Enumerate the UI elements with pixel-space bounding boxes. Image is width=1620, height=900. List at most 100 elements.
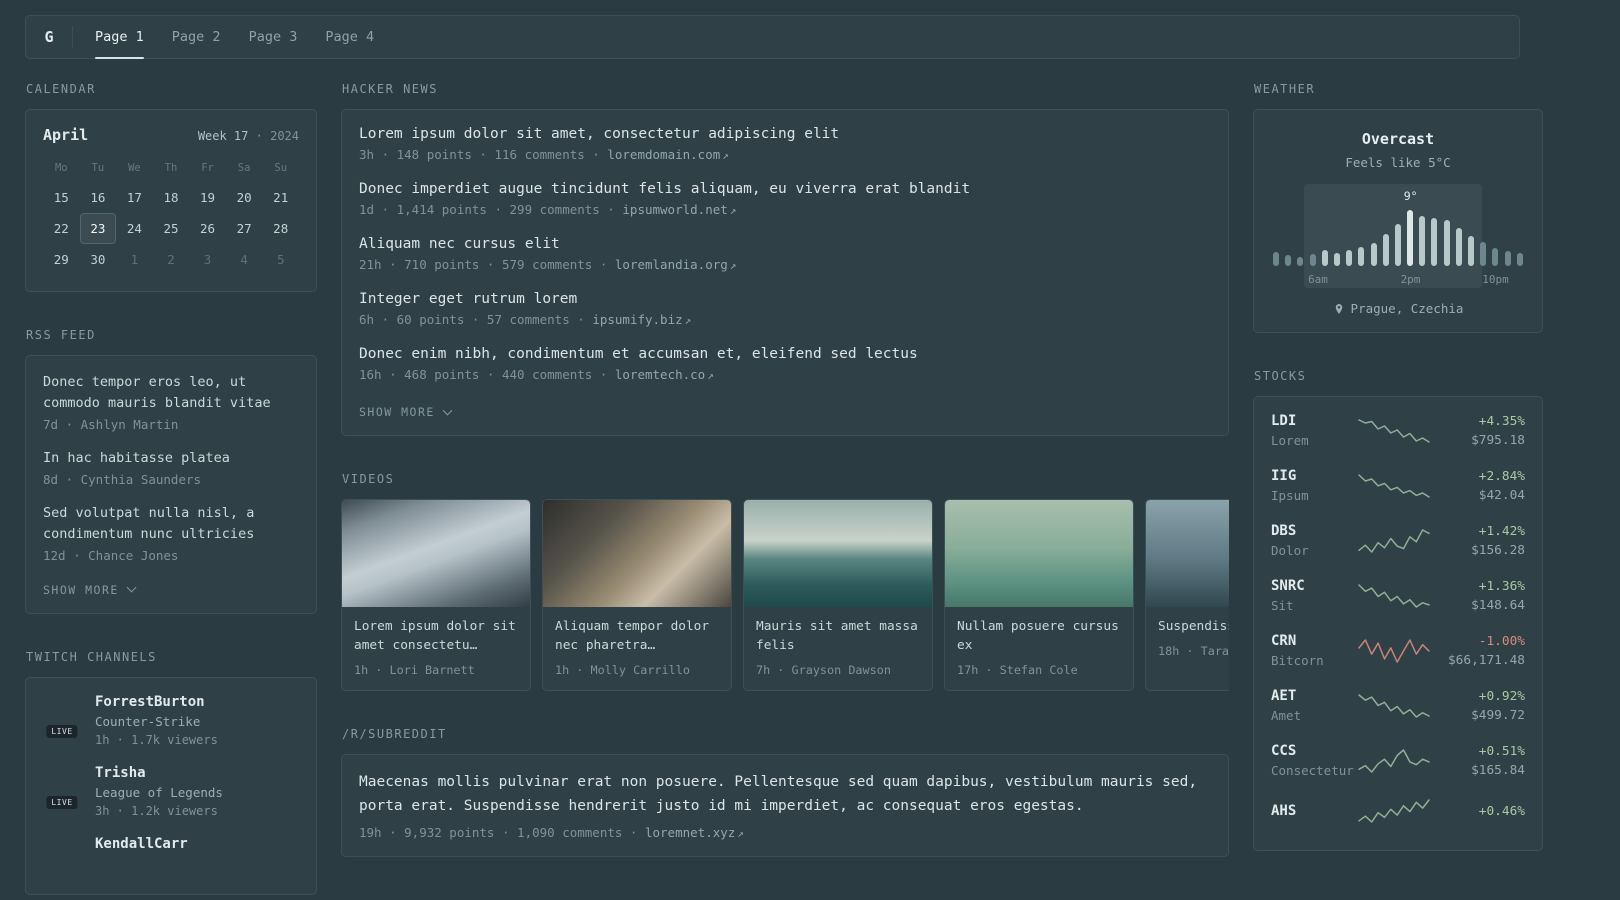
hacker-news-item-domain-link[interactable]: loremdomain.com ↗ xyxy=(607,147,729,162)
calendar-day: 15 xyxy=(53,190,69,205)
video-card[interactable]: Lorem ipsum dolor sit amet consectetu… 1… xyxy=(341,499,531,692)
stock-values: -1.00% $66,171.48 xyxy=(1448,634,1525,668)
hacker-news-show-more-button[interactable]: SHOW MORE xyxy=(359,401,453,419)
stock-price: $156.28 xyxy=(1471,542,1525,558)
stock-row[interactable]: CCS Consectetur +0.51% $165.84 xyxy=(1271,743,1525,778)
right-column: WEATHER Overcast Feels like 5°C 9° 6am 2p… xyxy=(1253,82,1543,887)
calendar-day: 28 xyxy=(273,221,289,236)
video-title[interactable]: Mauris sit amet massa felis xyxy=(756,617,920,655)
stock-identity: LDI Lorem xyxy=(1271,413,1357,448)
weather-hour-bar xyxy=(1321,250,1328,266)
weather-hour-bar xyxy=(1419,216,1426,266)
hacker-news-item-stats: 6h · 60 points · 57 comments · xyxy=(359,312,585,327)
page-tab[interactable]: Page 2 xyxy=(158,16,235,58)
stocks-card: LDI Lorem +4.35% $795.18 IIG Ipsum +2.84… xyxy=(1253,396,1543,851)
video-title[interactable]: Nullam posuere cursus ex xyxy=(957,617,1121,655)
stock-price: $795.18 xyxy=(1471,432,1525,448)
reddit-post-domain-link[interactable]: loremnet.xyz ↗ xyxy=(645,825,744,840)
twitch-card: LIVE ForrestBurton Counter-Strike 1h · 1… xyxy=(25,676,317,895)
stock-name: Ipsum xyxy=(1271,488,1309,503)
dashboard-page: G Page 1 Page 2 Page 3 Page 4 CALENDAR A… xyxy=(0,0,1543,900)
stock-change: -1.00% xyxy=(1478,633,1525,649)
page-tab[interactable]: Page 4 xyxy=(311,16,388,58)
video-card[interactable]: Aliquam tempor dolor nec pharetra… 1h · … xyxy=(542,499,732,692)
video-card[interactable]: Mauris sit amet massa felis 7h · Grayson… xyxy=(743,499,933,692)
video-thumbnail[interactable] xyxy=(543,500,731,607)
video-title[interactable]: Suspendisse diam xyxy=(1158,617,1229,636)
app-logo: G xyxy=(44,28,54,46)
video-card[interactable]: Nullam posuere cursus ex 17h · Stefan Co… xyxy=(944,499,1134,692)
stock-row[interactable]: SNRC Sit +1.36% $148.64 xyxy=(1271,578,1525,613)
hacker-news-item-domain-link[interactable]: ipsumify.biz ↗ xyxy=(592,312,691,327)
stock-values: +2.84% $42.04 xyxy=(1479,469,1525,503)
video-title[interactable]: Lorem ipsum dolor sit amet consectetu… xyxy=(354,617,518,655)
videos-row[interactable]: Lorem ipsum dolor sit amet consectetu… 1… xyxy=(341,499,1229,692)
video-thumbnail[interactable] xyxy=(1146,500,1229,607)
weather-section-title: WEATHER xyxy=(1254,82,1316,96)
external-link-icon: ↗ xyxy=(729,204,737,217)
hacker-news-item-title[interactable]: Donec enim nibh, condimentum et accumsan… xyxy=(359,346,1211,362)
rss-item-title[interactable]: Donec tempor eros leo, ut commodo mauris… xyxy=(43,372,299,414)
video-thumbnail[interactable] xyxy=(744,500,932,607)
stocks-section-title: STOCKS xyxy=(1254,369,1307,383)
stock-row[interactable]: AET Amet +0.92% $499.72 xyxy=(1271,688,1525,723)
stock-row[interactable]: DBS Dolor +1.42% $156.28 xyxy=(1271,523,1525,558)
rss-show-more-button[interactable]: SHOW MORE xyxy=(43,579,137,597)
stock-change: +2.84% xyxy=(1478,468,1525,484)
stock-symbol: AET xyxy=(1271,688,1297,704)
rss-item-title[interactable]: In hac habitasse platea xyxy=(43,448,299,469)
stock-change: +1.42% xyxy=(1478,523,1525,539)
twitch-channel-row[interactable]: LIVE Trisha League of Legends 3h · 1.2k … xyxy=(43,765,299,818)
reddit-post-title[interactable]: Maecenas mollis pulvinar erat non posuer… xyxy=(359,771,1211,817)
hacker-news-item-title[interactable]: Donec imperdiet augue tincidunt felis al… xyxy=(359,181,1211,197)
twitch-section-title: TWITCH CHANNELS xyxy=(26,649,157,664)
hacker-news-item-title[interactable]: Lorem ipsum dolor sit amet, consectetur … xyxy=(359,126,1211,142)
live-badge: LIVE xyxy=(46,795,78,809)
rss-item-title[interactable]: Sed volutpat nulla nisl, a condimentum n… xyxy=(43,503,299,545)
hacker-news-item-domain-link[interactable]: loremlandia.org ↗ xyxy=(615,257,737,272)
video-thumbnail[interactable] xyxy=(342,500,530,607)
rss-list: Donec tempor eros leo, ut commodo mauris… xyxy=(43,372,299,563)
subreddit-section-title: /R/SUBREDDIT xyxy=(342,727,447,742)
hacker-news-item-domain-link[interactable]: loremtech.co ↗ xyxy=(615,367,714,382)
calendar-week-year: Week 17 · 2024 xyxy=(198,129,299,143)
navbar: G Page 1 Page 2 Page 3 Page 4 xyxy=(25,15,1520,59)
calendar-section-title: CALENDAR xyxy=(26,82,96,96)
video-meta: 18h · Tara xyxy=(1158,644,1229,659)
stock-row[interactable]: AHS +0.46% xyxy=(1271,798,1525,824)
calendar-day-headers: Mo Tu We Th Fr Sa Su xyxy=(43,156,299,182)
hacker-news-item-title[interactable]: Aliquam nec cursus elit xyxy=(359,236,1211,252)
calendar-weekday-label: Fr xyxy=(201,162,214,174)
stock-row[interactable]: IIG Ipsum +2.84% $42.04 xyxy=(1271,468,1525,503)
stock-symbol: DBS xyxy=(1271,523,1297,539)
twitch-channel-row[interactable]: KendallCarr xyxy=(43,836,299,874)
page-tab[interactable]: Page 1 xyxy=(81,16,158,59)
video-info: Aliquam tempor dolor nec pharetra… 1h · … xyxy=(543,607,731,690)
calendar-day: 3 xyxy=(203,252,212,267)
stock-change: +0.51% xyxy=(1478,743,1525,759)
domain-text: loremlandia.org xyxy=(614,257,728,272)
page-tab[interactable]: Page 3 xyxy=(235,16,312,58)
hacker-news-item-domain-link[interactable]: ipsumworld.net ↗ xyxy=(622,202,736,217)
twitch-channel-name[interactable]: Trisha xyxy=(95,765,223,781)
weather-hour-bar xyxy=(1285,255,1292,266)
stock-row[interactable]: CRN Bitcorn -1.00% $66,171.48 xyxy=(1271,633,1525,668)
hacker-news-item-meta: 16h · 468 points · 440 comments · loremt… xyxy=(359,367,1211,382)
twitch-channel-row[interactable]: LIVE ForrestBurton Counter-Strike 1h · 1… xyxy=(43,694,299,747)
stock-row[interactable]: LDI Lorem +4.35% $795.18 xyxy=(1271,413,1525,448)
hacker-news-item-title[interactable]: Integer eget rutrum lorem xyxy=(359,291,1211,307)
video-info: Mauris sit amet massa felis 7h · Grayson… xyxy=(744,607,932,690)
subreddit-widget: /R/SUBREDDIT Maecenas mollis pulvinar er… xyxy=(341,727,1229,857)
calendar-day: 18 xyxy=(163,190,179,205)
video-thumbnail[interactable] xyxy=(945,500,1133,607)
weather-hour-bar xyxy=(1504,251,1511,266)
hacker-news-list: Lorem ipsum dolor sit amet, consectetur … xyxy=(359,126,1211,382)
calendar-day: 20 xyxy=(236,190,252,205)
video-card[interactable]: Suspendisse diam 18h · Tara xyxy=(1145,499,1229,692)
twitch-channel-name[interactable]: KendallCarr xyxy=(95,836,188,852)
twitch-channel-name[interactable]: ForrestBurton xyxy=(95,694,218,710)
rss-item-meta: 12d · Chance Jones xyxy=(43,547,179,563)
video-title[interactable]: Aliquam tempor dolor nec pharetra… xyxy=(555,617,719,655)
video-meta: 17h · Stefan Cole xyxy=(957,663,1078,678)
weather-bars xyxy=(1273,208,1523,266)
